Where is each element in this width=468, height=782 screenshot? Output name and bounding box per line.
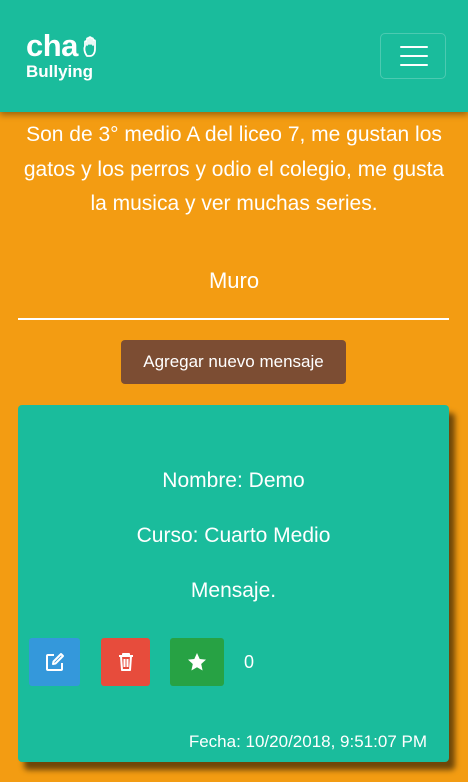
add-message-button[interactable]: Agregar nuevo mensaje: [121, 340, 346, 384]
hamburger-menu-icon: [400, 46, 428, 48]
message-course: Curso: Cuarto Medio: [136, 524, 331, 547]
profile-bio: Son de 3° medio A del liceo 7, me gustan…: [23, 123, 445, 215]
like-count: 0: [244, 652, 255, 672]
message-text: Mensaje.: [190, 579, 277, 602]
logo-text-top: cha: [26, 28, 78, 63]
navbar: cha Bullying: [0, 0, 468, 112]
divider: [18, 318, 449, 320]
wall-title: Muro: [208, 268, 260, 293]
hand-icon: [83, 36, 96, 57]
like-button[interactable]: [170, 638, 224, 686]
edit-button[interactable]: [29, 638, 80, 686]
hamburger-menu-button[interactable]: [380, 33, 446, 79]
delete-button[interactable]: [101, 638, 150, 686]
edit-icon: [45, 653, 64, 671]
hamburger-menu-icon-bar: [400, 64, 428, 66]
hamburger-menu-icon-bar: [400, 55, 428, 57]
logo-text-bottom: Bullying: [26, 62, 94, 81]
star-icon: [188, 653, 206, 671]
trash-icon: [118, 653, 133, 671]
message-author: Nombre: Demo: [162, 469, 305, 492]
message-card: Nombre: Demo Curso: Cuarto Medio Mensaje…: [18, 405, 449, 762]
message-date: Fecha: 10/20/2018, 9:51:07 PM: [188, 732, 427, 751]
chao-bullying-logo[interactable]: cha Bullying: [26, 30, 106, 88]
